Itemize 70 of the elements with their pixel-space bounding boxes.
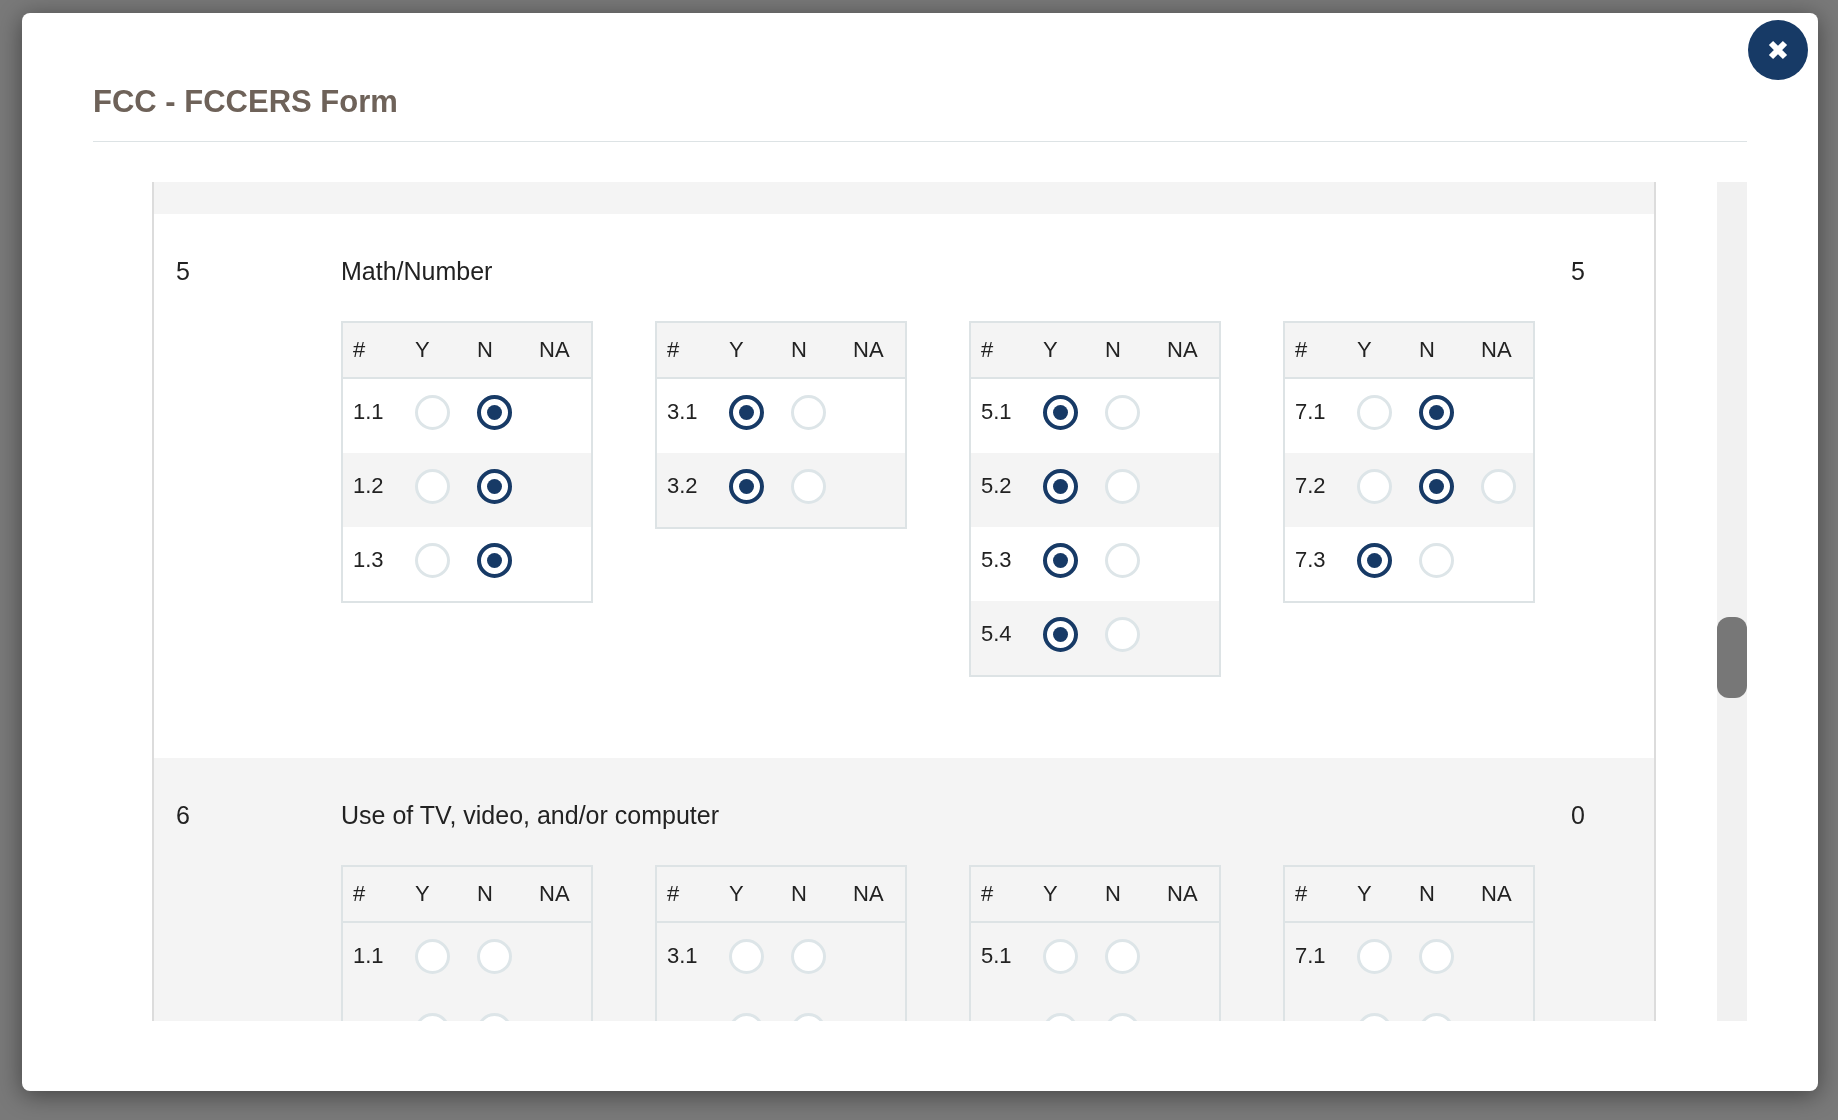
dialog-title: FCC - FCCERS Form — [93, 84, 398, 119]
row-number: 1.1 — [353, 399, 384, 424]
column-header: N — [1105, 881, 1121, 906]
radio-button[interactable] — [1043, 616, 1078, 652]
scrollbar-thumb[interactable] — [1717, 617, 1747, 698]
row-number: 3.1 — [667, 943, 698, 968]
radio-button[interactable] — [729, 394, 764, 430]
radio-button[interactable] — [477, 394, 512, 430]
row-number: 3.1 — [667, 399, 698, 424]
radio-button[interactable] — [1357, 542, 1392, 578]
radio-button[interactable] — [1043, 468, 1078, 504]
column-header: NA — [853, 881, 884, 906]
column-header: N — [1105, 337, 1121, 362]
column-header: # — [353, 881, 366, 906]
column-header: NA — [1481, 337, 1512, 362]
column-header: Y — [1043, 881, 1058, 906]
row-number: 7.1 — [1295, 943, 1326, 968]
column-header: # — [667, 881, 680, 906]
item-title: Math/Number — [341, 257, 493, 285]
row-number: 5.4 — [981, 621, 1012, 646]
column-header: NA — [539, 337, 570, 362]
row-number: 5.3 — [981, 547, 1012, 572]
radio-button[interactable] — [1043, 542, 1078, 578]
item-number: 6 — [176, 801, 190, 829]
close-icon — [1766, 38, 1790, 62]
item-number: 5 — [176, 257, 190, 285]
column-header: NA — [1167, 337, 1198, 362]
column-header: Y — [1043, 337, 1058, 362]
row-number: 7.3 — [1295, 547, 1326, 572]
row-number: 5.1 — [981, 943, 1012, 968]
row-number: 5.2 — [981, 473, 1012, 498]
radio-button[interactable] — [477, 468, 512, 504]
column-header: Y — [415, 881, 430, 906]
radio-button[interactable] — [477, 542, 512, 578]
column-header: N — [477, 881, 493, 906]
column-header: # — [981, 881, 994, 906]
row-number: 7.2 — [1295, 473, 1326, 498]
column-header: NA — [853, 337, 884, 362]
column-header: N — [477, 337, 493, 362]
radio-button[interactable] — [1043, 394, 1078, 430]
column-header: N — [1419, 881, 1435, 906]
column-header: # — [353, 337, 366, 362]
row-number: 7.1 — [1295, 399, 1326, 424]
row-number: 1.2 — [353, 473, 384, 498]
row-number: 3.2 — [667, 473, 698, 498]
radio-button[interactable] — [729, 468, 764, 504]
column-header: Y — [729, 337, 744, 362]
column-header: # — [981, 337, 994, 362]
radio-button[interactable] — [1419, 394, 1454, 430]
row-number: 5.1 — [981, 399, 1012, 424]
row-number: 1.3 — [353, 547, 384, 572]
item-title: Use of TV, video, and/or computer — [341, 801, 719, 829]
column-header: N — [791, 337, 807, 362]
row-number: 1.1 — [353, 943, 384, 968]
column-header: Y — [729, 881, 744, 906]
radio-button[interactable] — [1419, 468, 1454, 504]
column-header: Y — [1357, 881, 1372, 906]
column-header: N — [791, 881, 807, 906]
column-header: NA — [539, 881, 570, 906]
column-header: # — [667, 337, 680, 362]
item-score: 0 — [1571, 801, 1585, 829]
column-header: NA — [1481, 881, 1512, 906]
column-header: NA — [1167, 881, 1198, 906]
column-header: Y — [415, 337, 430, 362]
close-button[interactable] — [1748, 20, 1808, 80]
column-header: # — [1295, 881, 1308, 906]
column-header: # — [1295, 337, 1308, 362]
column-header: Y — [1357, 337, 1372, 362]
column-header: N — [1419, 337, 1435, 362]
item-score: 5 — [1571, 257, 1585, 285]
